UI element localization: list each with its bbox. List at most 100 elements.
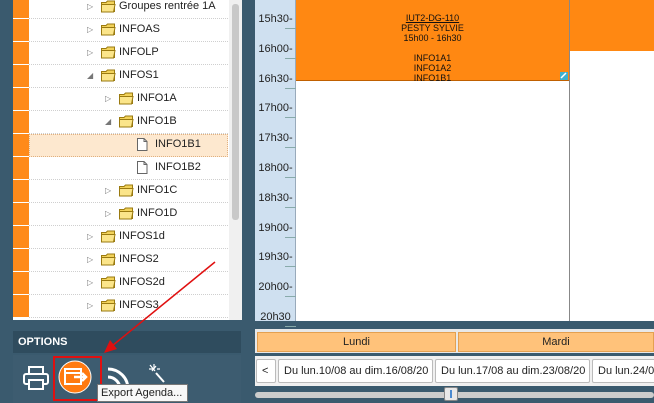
tree-row-color-strip bbox=[13, 226, 29, 249]
folder-icon bbox=[101, 46, 116, 59]
course-room[interactable]: IUT2-DG-110 bbox=[296, 13, 569, 23]
tree-item-label[interactable]: INFOS1d bbox=[119, 230, 165, 242]
tree-row-color-strip bbox=[13, 0, 29, 19]
folder-icon bbox=[101, 23, 116, 36]
expand-arrow-icon[interactable]: ▷ bbox=[87, 25, 95, 35]
time-column: 15h30- 16h00- 16h30- 17h00- 17h30- 18h00- 18h3… bbox=[255, 0, 296, 327]
course-block[interactable]: IUT2-DG-110 PESTY SYLVIE 15h00 - 16h30 I… bbox=[296, 0, 569, 83]
expand-arrow-icon[interactable]: ▷ bbox=[87, 255, 95, 265]
expand-arrow-icon[interactable]: ▷ bbox=[105, 186, 113, 196]
expand-arrow-icon[interactable]: ▷ bbox=[87, 301, 95, 311]
file-icon bbox=[137, 161, 148, 174]
folder-icon bbox=[101, 69, 116, 82]
course-group: INFO1A2 bbox=[413, 63, 452, 73]
tree-row-color-strip bbox=[13, 42, 29, 65]
time-slot-label: 16h30- bbox=[258, 72, 293, 85]
tree-row-color-strip bbox=[13, 295, 29, 318]
folder-icon bbox=[119, 92, 134, 105]
time-tick bbox=[285, 117, 296, 119]
tree-item[interactable]: ▷ Groupes rentrée 1A bbox=[13, 0, 242, 19]
time-tick bbox=[285, 87, 296, 89]
week-slider-thumb[interactable] bbox=[444, 387, 458, 401]
tree-item-label[interactable]: INFOS2 bbox=[119, 253, 159, 265]
tree-row-color-strip bbox=[13, 180, 29, 203]
time-slot-label: 19h00- bbox=[258, 221, 293, 234]
folder-icon bbox=[119, 207, 134, 220]
group-tree[interactable]: ▷ Groupes rentrée 1A ▷ INFOAS ▷ INFOLP ◢ INFOS1… bbox=[13, 0, 242, 320]
tree-row-color-strip bbox=[13, 19, 29, 42]
collapse-arrow-icon[interactable]: ◢ bbox=[105, 117, 113, 127]
time-tick bbox=[285, 28, 296, 29]
tree-scrollbar-thumb[interactable] bbox=[232, 4, 239, 220]
course-block[interactable] bbox=[570, 0, 654, 51]
course-group: INFO1A1 bbox=[413, 53, 452, 63]
day-header-bar: Lundi Mardi bbox=[255, 329, 654, 353]
tree-item-label[interactable]: INFO1A bbox=[137, 92, 177, 104]
folder-icon bbox=[101, 299, 116, 312]
tree-item-label[interactable]: INFO1B2 bbox=[155, 161, 201, 173]
time-slot-label: 18h30- bbox=[258, 191, 293, 204]
tree-row-separator bbox=[29, 317, 228, 318]
tree-item-label[interactable]: INFOLP bbox=[119, 46, 159, 58]
week-button[interactable]: Du lun.10/08 au dim.16/08/20 bbox=[278, 359, 433, 383]
tree-item-label[interactable]: Groupes rentrée 1A bbox=[119, 0, 216, 12]
course-note-icon[interactable] bbox=[560, 72, 568, 80]
time-tick bbox=[285, 296, 296, 298]
tree-item-label[interactable]: INFOS1 bbox=[119, 69, 159, 81]
tree-item[interactable]: ▷ INFO1A bbox=[13, 88, 242, 111]
expand-arrow-icon[interactable]: ▷ bbox=[87, 48, 95, 58]
folder-icon bbox=[101, 253, 116, 266]
tree-item-label[interactable]: INFOAS bbox=[119, 23, 160, 35]
printer-icon[interactable] bbox=[23, 366, 49, 390]
tree-row-color-strip bbox=[13, 272, 29, 295]
tree-item-label[interactable]: INFO1B1 bbox=[155, 138, 201, 150]
time-tick bbox=[285, 236, 296, 238]
previous-week-button[interactable]: < bbox=[256, 359, 276, 383]
day-tab-mardi[interactable]: Mardi bbox=[458, 332, 654, 352]
export-agenda-tooltip: Export Agenda... bbox=[97, 384, 188, 402]
folder-icon bbox=[119, 184, 134, 197]
expand-arrow-icon[interactable]: ▷ bbox=[105, 209, 113, 219]
folder-icon bbox=[101, 0, 116, 13]
time-tick bbox=[285, 206, 296, 208]
tree-item[interactable]: INFO1B2 bbox=[13, 157, 242, 180]
tree-scrollbar[interactable] bbox=[229, 0, 242, 320]
tree-item[interactable]: ▷ INFOS2 bbox=[13, 249, 242, 272]
time-slot-label: 18h00- bbox=[258, 162, 293, 174]
time-tick bbox=[285, 266, 296, 268]
day-tab-lundi[interactable]: Lundi bbox=[257, 332, 456, 352]
tree-item[interactable]: ▷ INFO1D bbox=[13, 203, 242, 226]
tree-item[interactable]: ▷ INFOAS bbox=[13, 19, 242, 42]
folder-icon bbox=[101, 276, 116, 289]
time-slot-label: 16h00- bbox=[258, 42, 293, 55]
week-navigation: < Du lun.10/08 au dim.16/08/20 Du lun.17… bbox=[255, 356, 654, 386]
tree-item-label[interactable]: INFOS2d bbox=[119, 276, 165, 288]
tree-row-color-strip bbox=[13, 203, 29, 226]
collapse-arrow-icon[interactable]: ◢ bbox=[87, 71, 95, 81]
tree-item[interactable]: ▷ INFOS1d bbox=[13, 226, 242, 249]
tree-item[interactable]: ▷ INFOS3 bbox=[13, 295, 242, 318]
time-tick bbox=[285, 57, 296, 59]
time-slot-label: 20h30 bbox=[260, 311, 291, 323]
tree-item[interactable]: INFO1B1 bbox=[13, 134, 242, 157]
tree-item-label[interactable]: INFO1C bbox=[137, 184, 177, 196]
expand-arrow-icon[interactable]: ▷ bbox=[87, 232, 95, 242]
tree-item[interactable]: ▷ INFOS2d bbox=[13, 272, 242, 295]
tree-item-label[interactable]: INFO1B bbox=[137, 115, 177, 127]
tree-item[interactable]: ◢ INFO1B bbox=[13, 111, 242, 134]
tree-item[interactable]: ▷ INFO1C bbox=[13, 180, 242, 203]
time-tick bbox=[285, 147, 296, 149]
expand-arrow-icon[interactable]: ▷ bbox=[105, 94, 113, 104]
tree-row-color-strip bbox=[13, 157, 29, 180]
tree-item[interactable]: ◢ INFOS1 bbox=[13, 65, 242, 88]
week-button[interactable]: Du lun.17/08 au dim.23/08/20 bbox=[435, 359, 590, 383]
week-button[interactable]: Du lun.24/08 bbox=[592, 359, 654, 383]
magic-wand-icon[interactable] bbox=[146, 363, 166, 383]
expand-arrow-icon[interactable]: ▷ bbox=[87, 278, 95, 288]
tree-item[interactable]: ▷ INFOLP bbox=[13, 42, 242, 65]
expand-arrow-icon[interactable]: ▷ bbox=[87, 2, 95, 12]
time-tick bbox=[285, 326, 296, 327]
tree-item-label[interactable]: INFO1D bbox=[137, 207, 177, 219]
tree-item-label[interactable]: INFOS3 bbox=[119, 299, 159, 311]
tree-row-color-strip bbox=[13, 88, 29, 111]
